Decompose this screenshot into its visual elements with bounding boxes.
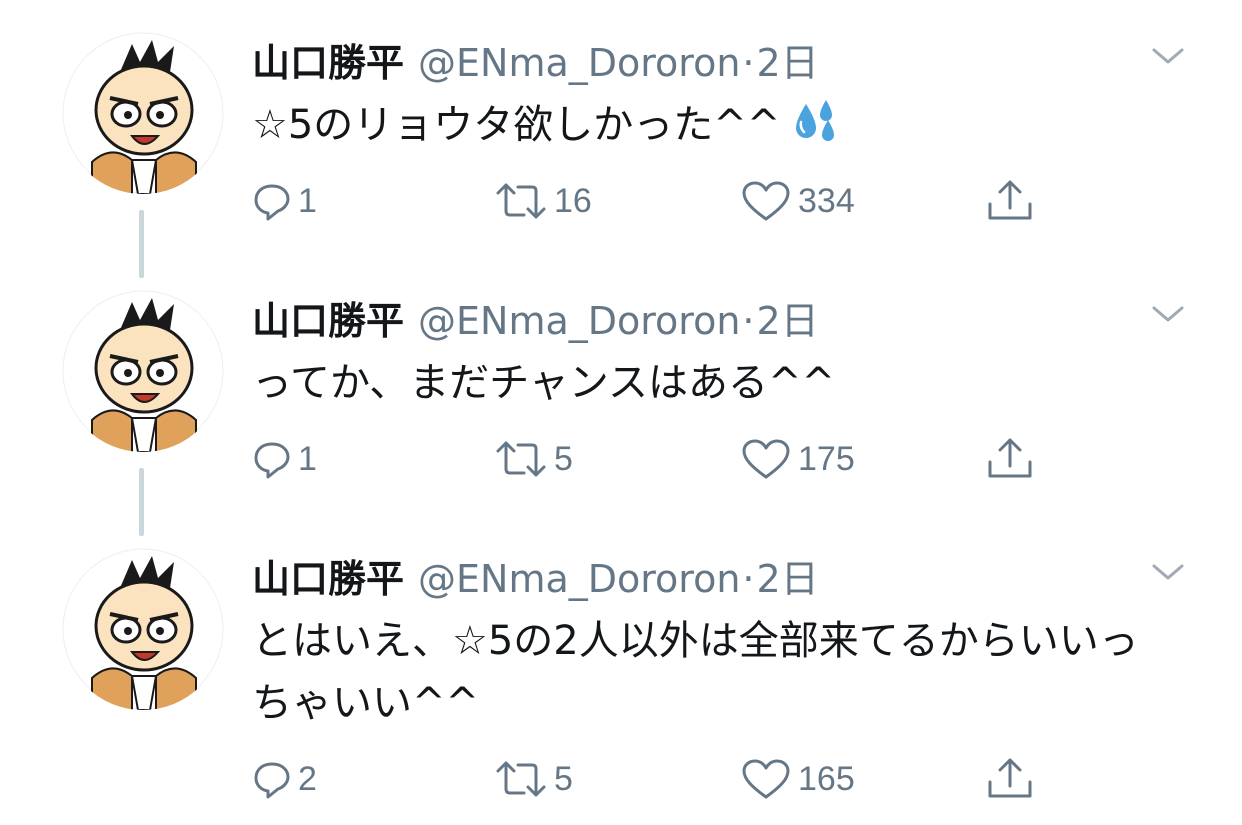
reply-count: 1	[298, 439, 317, 478]
tweet-text-content: ってか、まだチャンスはある^^	[252, 360, 836, 406]
tweet-text: ☆5のリョウタ欲しかった^^	[252, 94, 1182, 156]
share-button[interactable]	[986, 434, 1034, 484]
retweet-button[interactable]: 5	[494, 434, 573, 484]
like-button[interactable]: 175	[740, 434, 855, 484]
retweet-button[interactable]: 5	[494, 754, 573, 804]
chevron-down-icon[interactable]	[1150, 302, 1186, 326]
chevron-down-icon[interactable]	[1150, 560, 1186, 584]
thread-line	[139, 468, 144, 536]
tweet-header: 山口勝平 @ENma_Dororon·2日	[252, 32, 819, 85]
user-handle[interactable]: @ENma_Dororon	[418, 41, 740, 85]
timestamp[interactable]: 2日	[757, 299, 819, 343]
tweet-actions: 2 5 165	[252, 754, 1052, 804]
cartoon-face-icon	[62, 290, 224, 452]
heart-icon	[742, 439, 790, 479]
share-icon	[988, 438, 1032, 478]
user-handle[interactable]: @ENma_Dororon	[418, 557, 740, 601]
retweet-icon	[496, 441, 546, 477]
tweet-actions: 1 16 334	[252, 176, 1052, 226]
tweet-text-content: とはいえ、☆5の2人以外は全部来てるからいいっちゃいい^^	[252, 618, 1139, 726]
retweet-icon	[496, 761, 546, 797]
share-button[interactable]	[986, 176, 1034, 226]
tweet-header: 山口勝平 @ENma_Dororon·2日	[252, 548, 819, 601]
cartoon-face-icon	[62, 548, 224, 710]
display-name[interactable]: 山口勝平	[252, 41, 404, 85]
retweet-icon	[496, 183, 546, 219]
sweat-droplets-icon	[796, 100, 835, 141]
tweet-text: ってか、まだチャンスはある^^	[252, 352, 1182, 414]
avatar[interactable]	[62, 548, 224, 710]
reply-button[interactable]: 1	[252, 434, 317, 484]
retweet-count: 16	[554, 181, 592, 220]
chevron-down-icon[interactable]	[1150, 44, 1186, 68]
tweet-actions: 1 5 175	[252, 434, 1052, 484]
reply-button[interactable]: 1	[252, 176, 317, 226]
separator: ·	[742, 299, 755, 343]
retweet-count: 5	[554, 439, 573, 478]
cartoon-face-icon	[62, 32, 224, 194]
heart-icon	[742, 759, 790, 799]
display-name[interactable]: 山口勝平	[252, 299, 404, 343]
reply-icon	[254, 762, 290, 799]
separator: ·	[742, 557, 755, 601]
share-icon	[988, 758, 1032, 798]
timestamp[interactable]: 2日	[757, 557, 819, 601]
like-count: 165	[798, 759, 855, 798]
tweet-text: とはいえ、☆5の2人以外は全部来てるからいいっちゃいい^^	[252, 610, 1172, 734]
like-count: 175	[798, 439, 855, 478]
reply-button[interactable]: 2	[252, 754, 317, 804]
heart-icon	[742, 181, 790, 221]
like-count: 334	[798, 181, 855, 220]
reply-count: 1	[298, 181, 317, 220]
share-icon	[988, 180, 1032, 220]
thread-line	[139, 210, 144, 278]
reply-icon	[254, 442, 290, 479]
like-button[interactable]: 334	[740, 176, 855, 226]
retweet-button[interactable]: 16	[494, 176, 592, 226]
display-name[interactable]: 山口勝平	[252, 557, 404, 601]
share-button[interactable]	[986, 754, 1034, 804]
like-button[interactable]: 165	[740, 754, 855, 804]
timestamp[interactable]: 2日	[757, 41, 819, 85]
tweet-header: 山口勝平 @ENma_Dororon·2日	[252, 290, 819, 343]
user-handle[interactable]: @ENma_Dororon	[418, 299, 740, 343]
tweet-text-content: ☆5のリョウタ欲しかった^^	[252, 102, 781, 148]
reply-count: 2	[298, 759, 317, 798]
avatar[interactable]	[62, 290, 224, 452]
retweet-count: 5	[554, 759, 573, 798]
reply-icon	[254, 184, 290, 221]
avatar[interactable]	[62, 32, 224, 194]
separator: ·	[742, 41, 755, 85]
